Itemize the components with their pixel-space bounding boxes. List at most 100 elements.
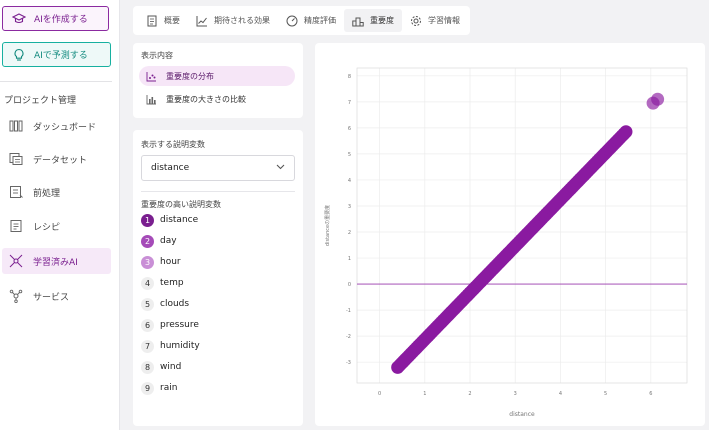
rank-badge: 3 [141, 255, 154, 269]
option-distribution[interactable]: 重要度の分布 [139, 66, 295, 86]
tab-label: 重要度 [370, 16, 394, 25]
preprocess-icon [9, 185, 23, 199]
sidebar-item-label: ダッシュボード [33, 122, 97, 133]
tab-importance[interactable]: 重要度 [344, 9, 402, 32]
ranking-item: 7 humidity [141, 338, 200, 354]
rank-badge: 7 [141, 339, 154, 353]
variable-select[interactable]: distance [141, 155, 295, 181]
tab-overview[interactable]: 概要 [138, 9, 188, 32]
ranking-label: clouds [160, 299, 190, 309]
ranking-item: 3 hour [141, 254, 181, 270]
x-tick-label: 1 [423, 391, 426, 397]
sidebar-item-recipe[interactable]: レシピ [2, 213, 111, 239]
dataset-icon [9, 152, 23, 166]
lightbulb-icon [12, 48, 26, 62]
chevron-down-icon [276, 163, 285, 173]
x-axis-label: distance [509, 411, 535, 418]
x-tick-label: 4 [559, 391, 562, 397]
x-tick-label: 0 [378, 391, 381, 397]
rank-badge: 6 [141, 318, 154, 332]
display-content-title: 表示内容 [141, 51, 173, 60]
trend-icon [196, 15, 208, 27]
x-tick-label: 5 [604, 391, 607, 397]
predict-ai-label: AIで予測する [34, 51, 88, 61]
divider [141, 191, 295, 192]
y-tick-label: -3 [346, 360, 351, 366]
display-content-card: 表示内容 重要度の分布 重要度の大きさの比較 [133, 43, 303, 118]
x-tick-label: 2 [468, 391, 471, 397]
y-tick-label: -1 [346, 308, 351, 314]
chart-card: 0 1 2 3 4 5 6 -3 -2 -1 0 1 2 3 4 5 6 7 8 distance distanceの重… [315, 43, 705, 426]
option-magnitude-compare[interactable]: 重要度の大きさの比較 [139, 89, 295, 109]
sidebar-section-title: プロジェクト管理 [4, 96, 77, 106]
y-tick-label: 1 [348, 256, 351, 262]
variable-select-value: distance [151, 163, 190, 173]
graduation-cap-icon [12, 12, 26, 26]
sidebar-item-label: データセット [33, 155, 88, 166]
ranking-label: humidity [160, 341, 200, 351]
sidebar-item-dataset[interactable]: データセット [2, 146, 111, 172]
ranking-item: 4 temp [141, 275, 184, 291]
ranking-item: 1 distance [141, 212, 198, 228]
chart-distribution-icon [146, 71, 157, 82]
y-tick-label: 2 [348, 230, 351, 236]
service-icon [9, 289, 23, 303]
option-label: 重要度の分布 [166, 71, 214, 81]
recipe-icon [9, 219, 23, 233]
ranking-item: 5 clouds [141, 296, 189, 312]
select-variable-title: 表示する説明変数 [141, 140, 205, 149]
y-tick-label: -2 [346, 334, 351, 340]
dashboard-icon [9, 119, 23, 133]
y-tick-label: 4 [348, 178, 351, 184]
ranking-label: hour [160, 257, 181, 267]
tab-label: 概要 [164, 16, 180, 25]
tab-expected-effect[interactable]: 期待される効果 [188, 9, 278, 32]
data-point [651, 92, 665, 106]
sidebar-item-dashboard[interactable]: ダッシュボード [2, 113, 111, 139]
rank-badge: 2 [141, 234, 154, 248]
ranking-label: temp [160, 278, 184, 288]
y-tick-label: 8 [348, 74, 351, 80]
trained-ai-icon [9, 254, 23, 268]
y-axis-label: distanceの重要度 [324, 205, 331, 246]
ranking-label: distance [160, 215, 199, 225]
sidebar-item-label: 学習済みAI [33, 257, 78, 268]
sidebar-item-preprocess[interactable]: 前処理 [2, 179, 111, 205]
create-ai-label: AIを作成する [34, 15, 88, 25]
gauge-icon [286, 15, 298, 27]
option-label: 重要度の大きさの比較 [166, 94, 246, 104]
document-icon [146, 15, 158, 27]
podium-icon [352, 15, 364, 27]
sidebar-item-label: サービス [33, 292, 70, 303]
x-tick-label: 6 [649, 391, 652, 397]
ranking-title: 重要度の高い説明変数 [141, 200, 221, 209]
ranking-label: rain [160, 383, 178, 393]
create-ai-button[interactable]: AIを作成する [2, 6, 109, 31]
ranking-label: day [160, 236, 177, 246]
y-tick-label: 5 [348, 152, 351, 158]
tab-label: 学習情報 [428, 16, 460, 25]
x-tick-label: 3 [514, 391, 517, 397]
ranking-item: 2 day [141, 233, 177, 249]
data-point [619, 125, 633, 139]
gear-icon [410, 15, 422, 27]
sidebar-item-service[interactable]: サービス [2, 283, 111, 309]
ranking-label: wind [160, 362, 182, 372]
tab-training-info[interactable]: 学習情報 [402, 9, 468, 32]
ranking-item: 6 pressure [141, 317, 199, 333]
ranking-item: 9 rain [141, 380, 177, 396]
bar-chart-icon [146, 94, 157, 105]
plot-frame [356, 67, 688, 384]
tab-label: 期待される効果 [214, 16, 270, 25]
sidebar: AIを作成する AIで予測する プロジェクト管理 ダッシュボード データセット … [0, 0, 120, 430]
y-tick-label: 3 [348, 204, 351, 210]
tab-label: 精度評価 [304, 16, 336, 25]
y-tick-label: 7 [348, 100, 351, 106]
sidebar-divider [0, 81, 112, 82]
tab-accuracy[interactable]: 精度評価 [278, 9, 344, 32]
tab-bar: 概要 期待される効果 精度評価 重要度 学習情報 [133, 6, 470, 35]
sidebar-item-label: レシピ [33, 222, 61, 233]
sidebar-item-trained-ai[interactable]: 学習済みAI [2, 248, 111, 274]
ranking-item: 8 wind [141, 359, 181, 375]
predict-ai-button[interactable]: AIで予測する [2, 42, 111, 67]
